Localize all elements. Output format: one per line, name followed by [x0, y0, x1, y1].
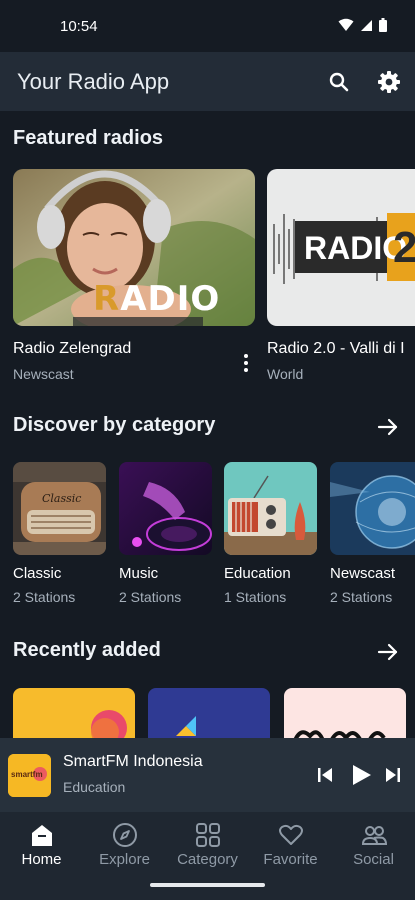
- home-indicator-bar[interactable]: [150, 883, 265, 887]
- grid-icon: [196, 823, 220, 847]
- search-icon[interactable]: [327, 70, 351, 94]
- category-title-classic: Classic: [13, 565, 62, 582]
- classic-radio-image: [13, 462, 106, 555]
- nav-item-explore[interactable]: Explore: [83, 812, 166, 872]
- status-bar: 10:54: [0, 0, 415, 52]
- featured-title-2: Radio 2.0 - Valli di I: [267, 340, 405, 357]
- status-time: 10:54: [60, 18, 98, 35]
- play-icon[interactable]: [349, 763, 373, 787]
- people-icon: [361, 826, 387, 845]
- app-bar: Your Radio App: [0, 52, 415, 111]
- recent-section-title: Recently added: [13, 639, 161, 661]
- wifi-icon: [338, 18, 354, 31]
- category-card-education[interactable]: [224, 462, 317, 555]
- nav-item-category[interactable]: Category: [166, 812, 249, 872]
- nav-item-favorite[interactable]: Favorite: [249, 812, 332, 872]
- category-count-education: 1 Stations: [224, 589, 287, 605]
- featured-section-title: Featured radios: [13, 127, 164, 149]
- newscast-globe-image: [330, 462, 415, 555]
- app-title: Your Radio App: [17, 69, 170, 94]
- mini-player[interactable]: smartfm SmartFM Indonesia Education: [0, 738, 415, 812]
- skip-next-icon[interactable]: [384, 766, 402, 784]
- featured-logo-radio: RADIO: [93, 279, 221, 319]
- nav-item-home[interactable]: Home: [0, 812, 83, 872]
- skip-previous-icon[interactable]: [316, 766, 334, 784]
- nav-label-explore: Explore: [99, 851, 150, 868]
- featured-logo-radio-2-number: 2: [393, 223, 415, 272]
- home-icon: [32, 825, 52, 846]
- player-album-art: smartfm: [8, 754, 51, 797]
- category-title-education: Education: [224, 565, 291, 582]
- category-card-music[interactable]: [119, 462, 212, 555]
- player-subtitle: Education: [63, 779, 126, 795]
- featured-title-1: Radio Zelengrad: [13, 340, 132, 357]
- featured-category-2: World: [267, 366, 304, 382]
- featured-card-radio-zelengrad[interactable]: RADIO: [13, 169, 255, 326]
- category-count-music: 2 Stations: [119, 589, 182, 605]
- player-art-logo: smartfm: [11, 770, 43, 779]
- category-card-newscast[interactable]: [330, 462, 415, 555]
- classic-logo-text: Classic: [42, 492, 82, 505]
- category-card-classic[interactable]: Classic: [13, 462, 106, 555]
- category-count-newscast: 2 Stations: [330, 589, 393, 605]
- arrow-right-icon[interactable]: [377, 641, 399, 663]
- more-options-icon[interactable]: [241, 353, 251, 373]
- category-title-music: Music: [119, 565, 159, 582]
- music-dj-image: [119, 462, 212, 555]
- player-title: SmartFM Indonesia: [63, 753, 203, 770]
- featured-category-1: Newscast: [13, 366, 74, 382]
- nav-label-home: Home: [21, 851, 62, 868]
- education-radio-image: [224, 462, 317, 555]
- cellular-icon: [361, 19, 372, 31]
- gear-icon[interactable]: [377, 70, 401, 94]
- nav-item-social[interactable]: Social: [332, 812, 415, 872]
- nav-label-category: Category: [177, 851, 238, 868]
- category-title-newscast: Newscast: [330, 565, 396, 582]
- nav-label-social: Social: [353, 851, 394, 868]
- battery-icon: [379, 18, 387, 32]
- featured-logo-radio-2: RADIO: [304, 230, 408, 266]
- category-section-title: Discover by category: [13, 414, 216, 436]
- compass-icon: [113, 823, 137, 847]
- heart-icon: [279, 824, 303, 845]
- category-count-classic: 2 Stations: [13, 589, 76, 605]
- status-icons: [338, 18, 387, 32]
- nav-label-favorite: Favorite: [263, 851, 318, 868]
- featured-card-radio-2[interactable]: RADIO 2: [267, 169, 415, 326]
- arrow-right-icon[interactable]: [377, 416, 399, 438]
